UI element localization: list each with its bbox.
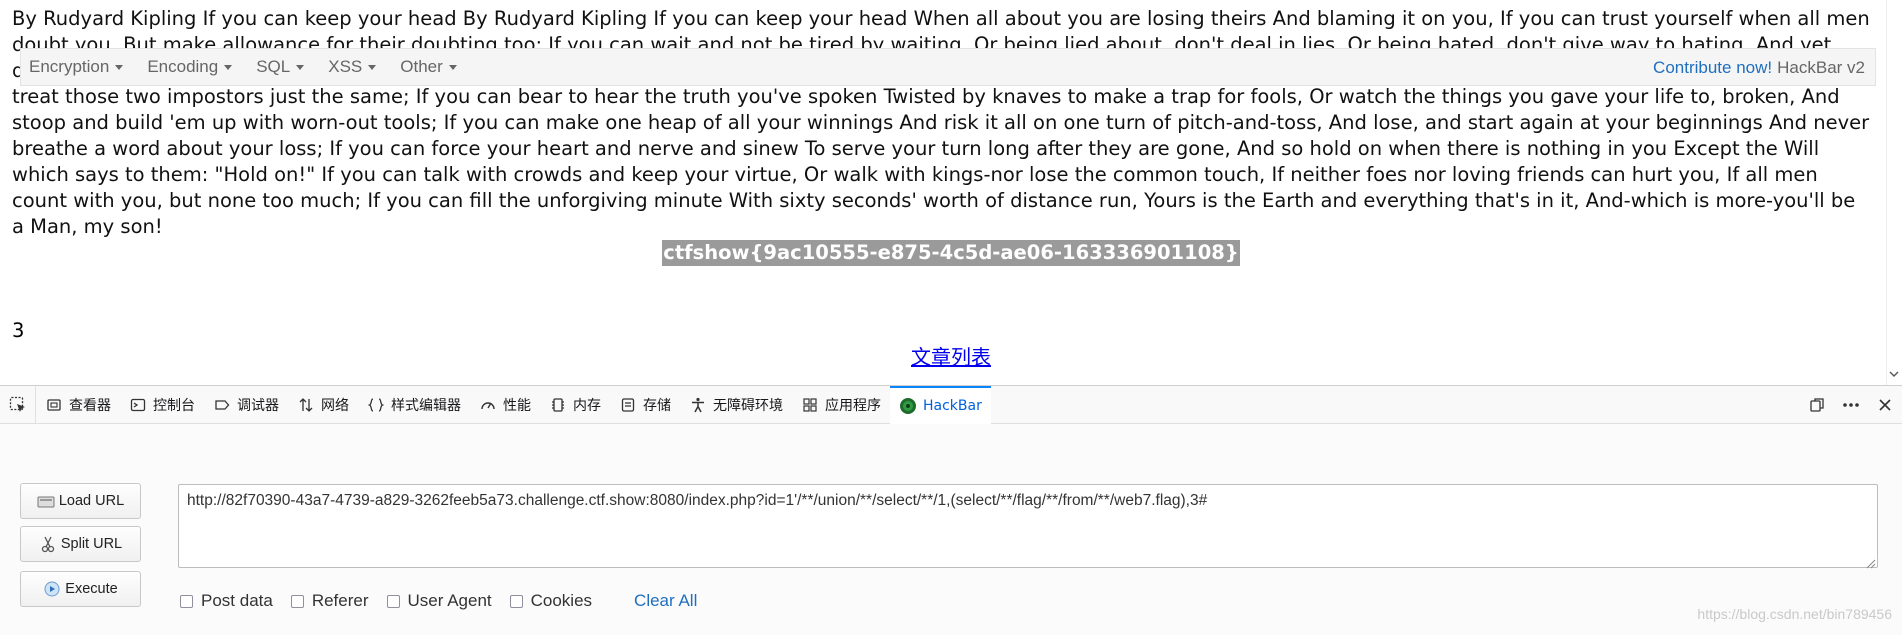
dock-side-icon[interactable] [1800,386,1834,424]
console-icon [129,396,147,414]
watermark-text: https://blog.csdn.net/bin789456 [1697,606,1892,622]
hackbar-version: HackBar v2 [1777,58,1865,77]
hackbar-options: Post data Referer User Agent Cookies Cle… [180,591,697,611]
option-label: Cookies [530,591,593,610]
hackbar-contribute: Contribute now! HackBar v2 [1653,49,1865,87]
caret-down-icon [224,64,233,70]
tab-label: 性能 [503,397,531,414]
scissors-icon [39,535,57,553]
execute-button[interactable]: Execute [20,571,141,607]
inspector-icon [45,396,63,414]
hackbar-icon [899,397,917,415]
checkbox-box[interactable] [290,594,304,608]
scroll-down-icon[interactable] [1889,369,1899,379]
tab-hackbar[interactable]: HackBar [890,385,991,424]
load-url-button[interactable]: Load URL [20,483,141,519]
button-label: Load URL [58,493,125,509]
option-label: User Agent [407,591,492,610]
memory-icon [549,396,567,414]
tab-label: 样式编辑器 [391,397,461,414]
result-number: 3 [12,319,25,342]
option-label: Post data [201,591,273,610]
menu-xss[interactable]: XSS [328,57,377,77]
checkbox-box[interactable] [180,594,193,608]
style-editor-icon [367,396,385,414]
tab-label: 网络 [321,397,349,414]
split-url-button[interactable]: Split URL [20,526,141,562]
tab-inspector[interactable]: 查看器 [36,386,120,424]
tab-style-editor[interactable]: 样式编辑器 [358,386,470,424]
poem-text: By Rudyard Kipling If you can keep your … [12,7,1870,238]
menu-label: Other [400,57,443,76]
close-icon[interactable] [1868,386,1902,424]
tab-label: HackBar [923,397,982,414]
tab-debugger[interactable]: 调试器 [204,386,288,424]
cookies-checkbox[interactable]: Cookies [509,591,593,611]
tab-console[interactable]: 控制台 [120,386,204,424]
element-picker-icon[interactable] [0,385,36,424]
hackbar-menu: Encryption Encoding SQL XSS Other Contri… [20,48,1876,86]
performance-icon [479,396,497,414]
tab-label: 调试器 [237,397,279,414]
caret-down-icon [115,64,124,70]
tab-label: 控制台 [153,397,195,414]
flag-container: ctfshow{9ac10555-e875-4c5d-ae06-16333690… [0,240,1902,266]
user-agent-checkbox[interactable]: User Agent [386,591,492,611]
caret-down-icon [296,64,305,70]
network-icon [297,396,315,414]
tab-label: 应用程序 [825,397,881,414]
url-textarea[interactable] [178,484,1878,568]
clear-all-link[interactable]: Clear All [634,591,697,611]
devtools-toolbar: 查看器 控制台 调试器 网络 样式编辑器 性能 内存 存储 无障碍环境 应用程序… [0,385,1902,424]
menu-encryption[interactable]: Encryption [29,57,124,77]
more-options-icon[interactable] [1834,386,1868,424]
vertical-scrollbar[interactable] [1886,0,1902,385]
menu-label: Encryption [29,57,110,76]
menu-label: Encoding [147,57,219,76]
debugger-icon [213,396,231,414]
menu-label: XSS [328,57,363,76]
tab-label: 无障碍环境 [713,397,783,414]
caret-down-icon [448,64,457,70]
devtools-right-controls [1800,386,1902,424]
caret-down-icon [368,64,377,70]
tab-memory[interactable]: 内存 [540,386,610,424]
storage-icon [619,396,637,414]
menu-sql[interactable]: SQL [256,57,305,77]
tab-label: 存储 [643,397,671,414]
checkbox-box[interactable] [509,594,523,608]
tab-network[interactable]: 网络 [288,386,358,424]
checkbox-box[interactable] [386,594,400,608]
contribute-link[interactable]: Contribute now! [1653,58,1772,78]
application-icon [801,396,819,414]
post-data-checkbox[interactable]: Post data [180,591,273,611]
tab-application[interactable]: 应用程序 [792,386,890,424]
accessibility-icon [689,396,707,414]
menu-label: SQL [256,57,291,76]
tab-performance[interactable]: 性能 [470,386,540,424]
load-url-icon [37,492,55,510]
tab-storage[interactable]: 存储 [610,386,680,424]
button-label: Execute [65,581,118,597]
referer-checkbox[interactable]: Referer [290,591,369,611]
menu-encoding[interactable]: Encoding [147,57,233,77]
article-link-container: 文章列表 [0,344,1902,370]
tab-accessibility[interactable]: 无障碍环境 [680,386,792,424]
option-label: Referer [311,591,369,610]
tab-label: 内存 [573,397,601,414]
article-list-link[interactable]: 文章列表 [911,345,991,369]
menu-other[interactable]: Other [400,57,457,77]
button-label: Split URL [60,536,123,552]
resize-grip-icon[interactable] [1864,554,1876,569]
execute-icon [43,580,61,598]
tab-label: 查看器 [69,397,111,414]
flag-text: ctfshow{9ac10555-e875-4c5d-ae06-16333690… [662,240,1240,266]
